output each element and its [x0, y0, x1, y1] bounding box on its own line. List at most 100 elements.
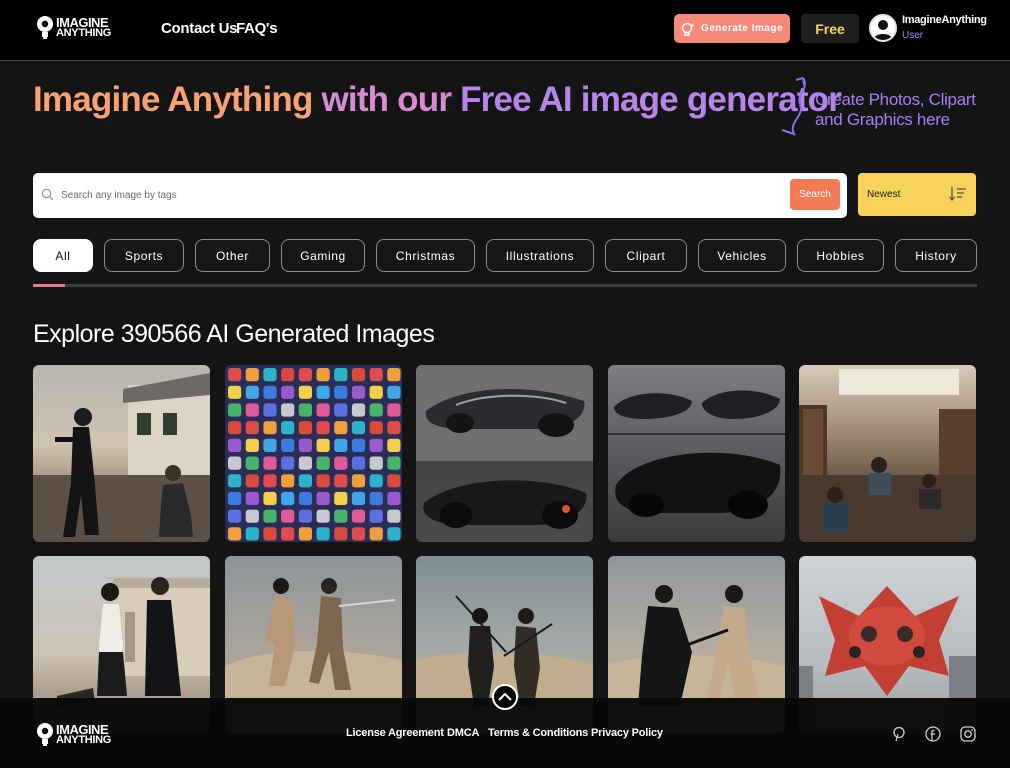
app-icon-tile: [298, 403, 312, 417]
app-icon-tile: [228, 509, 242, 523]
sort-selected-value: Newest: [867, 189, 901, 200]
app-icon-tile: [387, 368, 401, 382]
scroll-to-top-button[interactable]: [492, 684, 518, 710]
app-icon-tile: [281, 474, 295, 488]
app-icon-tile: [334, 403, 348, 417]
category-scrollbar-thumb[interactable]: [33, 284, 65, 287]
footer-license-agreement[interactable]: License Agreement: [346, 727, 444, 739]
hero-title-part1: Imagine Anything: [33, 80, 313, 119]
footer-privacy-policy[interactable]: Privacy Policy: [591, 727, 663, 739]
app-icon-tile: [387, 491, 401, 506]
sort-dropdown[interactable]: Newest: [858, 173, 976, 216]
app-icon-tile: [245, 474, 259, 488]
app-icon-tile: [334, 527, 348, 541]
app-icon-tile: [387, 438, 401, 452]
category-illustrations[interactable]: Illustrations: [486, 239, 594, 272]
hero-title-part2: with our: [321, 80, 452, 119]
app-icon-tile: [281, 438, 295, 452]
app-icon-tile: [387, 403, 401, 417]
app-icon-tile: [281, 385, 295, 399]
app-icon-tile: [334, 491, 348, 506]
gallery-image-art: [416, 365, 593, 529]
app-icon-tile: [387, 527, 401, 541]
lightbulb-logo-icon: [37, 723, 53, 746]
gallery-image[interactable]: [608, 365, 785, 542]
app-icon-tile: [351, 509, 366, 523]
search-icon: [41, 188, 54, 201]
app-icon-tile: [316, 509, 330, 523]
category-hobbies[interactable]: Hobbies: [797, 239, 884, 272]
app-icon-tile: [281, 403, 295, 417]
app-icon-tile: [298, 527, 312, 541]
category-christmas[interactable]: Christmas: [376, 239, 475, 272]
generate-image-button[interactable]: Generate Image: [674, 14, 790, 43]
free-plan-button[interactable]: Free: [801, 14, 859, 43]
app-icon-tile: [281, 456, 295, 470]
app-icon-tile: [369, 509, 383, 523]
gallery-image[interactable]: [799, 365, 976, 542]
gallery-image-art: [225, 365, 402, 542]
category-other[interactable]: Other: [195, 239, 270, 272]
category-history[interactable]: History: [895, 239, 977, 272]
search-button[interactable]: Search: [790, 179, 840, 210]
logo-text-line2: ANYTHING: [56, 27, 112, 39]
app-icon-tile: [334, 509, 348, 523]
gallery-image-art: [608, 390, 785, 519]
app-icon-tile: [263, 491, 277, 506]
gallery-image[interactable]: [416, 365, 593, 542]
app-icon-tile: [334, 421, 348, 435]
category-scrollbar[interactable]: [33, 284, 977, 287]
app-icon-tile: [245, 368, 259, 382]
user-role: User: [902, 30, 924, 41]
pinterest-icon[interactable]: [891, 726, 907, 742]
app-icon-tile: [316, 403, 330, 417]
gallery-image[interactable]: [33, 365, 210, 542]
footer-terms-conditions[interactable]: Terms & Conditions: [488, 727, 588, 739]
app-icon-tile: [316, 438, 330, 452]
nav-faqs[interactable]: FAQ's: [236, 20, 278, 37]
search-input[interactable]: [61, 183, 801, 207]
app-icon-tile: [316, 456, 330, 470]
app-icon-tile: [351, 456, 366, 470]
app-icon-tile: [228, 368, 242, 382]
category-sports[interactable]: Sports: [104, 239, 184, 272]
app-icon-tile: [245, 403, 259, 417]
facebook-icon[interactable]: [925, 726, 941, 742]
app-icon-tile: [228, 438, 242, 452]
app-icon-tile: [245, 491, 259, 506]
logo[interactable]: IMAGINE ANYTHING: [36, 15, 111, 41]
app-icon-tile: [263, 385, 277, 399]
app-icon-tile: [298, 474, 312, 488]
user-avatar[interactable]: [869, 14, 897, 42]
app-icon-tile: [263, 368, 277, 382]
nav-contact-us[interactable]: Contact Us: [161, 20, 237, 37]
generate-image-label: Generate Image: [700, 23, 784, 34]
category-clipart[interactable]: Clipart: [605, 239, 687, 272]
app-icon-tile: [281, 421, 295, 435]
gallery-image[interactable]: [225, 365, 402, 542]
app-icon-tile: [281, 491, 295, 506]
app-icon-tile: [351, 421, 366, 435]
category-all[interactable]: All: [33, 239, 93, 272]
app-icon-tile: [263, 403, 277, 417]
app-icon-tile: [387, 421, 401, 435]
app-icon-tile: [245, 421, 259, 435]
app-icon-tile: [281, 509, 295, 523]
app-icon-tile: [369, 385, 383, 399]
app-icon-tile: [334, 474, 348, 488]
app-icon-tile: [351, 403, 366, 417]
app-icon-tile: [369, 368, 383, 382]
app-icon-tile: [316, 385, 330, 399]
user-name[interactable]: ImagineAnything: [902, 14, 987, 26]
app-icon-tile: [281, 527, 295, 541]
app-icon-tile: [387, 474, 401, 488]
app-icon-tile: [387, 509, 401, 523]
category-vehicles[interactable]: Vehicles: [698, 239, 786, 272]
category-gaming[interactable]: Gaming: [281, 239, 365, 272]
footer-dmca[interactable]: DMCA: [447, 727, 479, 739]
instagram-icon[interactable]: [960, 726, 976, 742]
app-icon-tile: [228, 385, 242, 399]
footer-logo[interactable]: IMAGINE ANYTHING: [36, 722, 111, 748]
app-icon-tile: [263, 421, 277, 435]
chevron-up-icon: [498, 692, 512, 701]
